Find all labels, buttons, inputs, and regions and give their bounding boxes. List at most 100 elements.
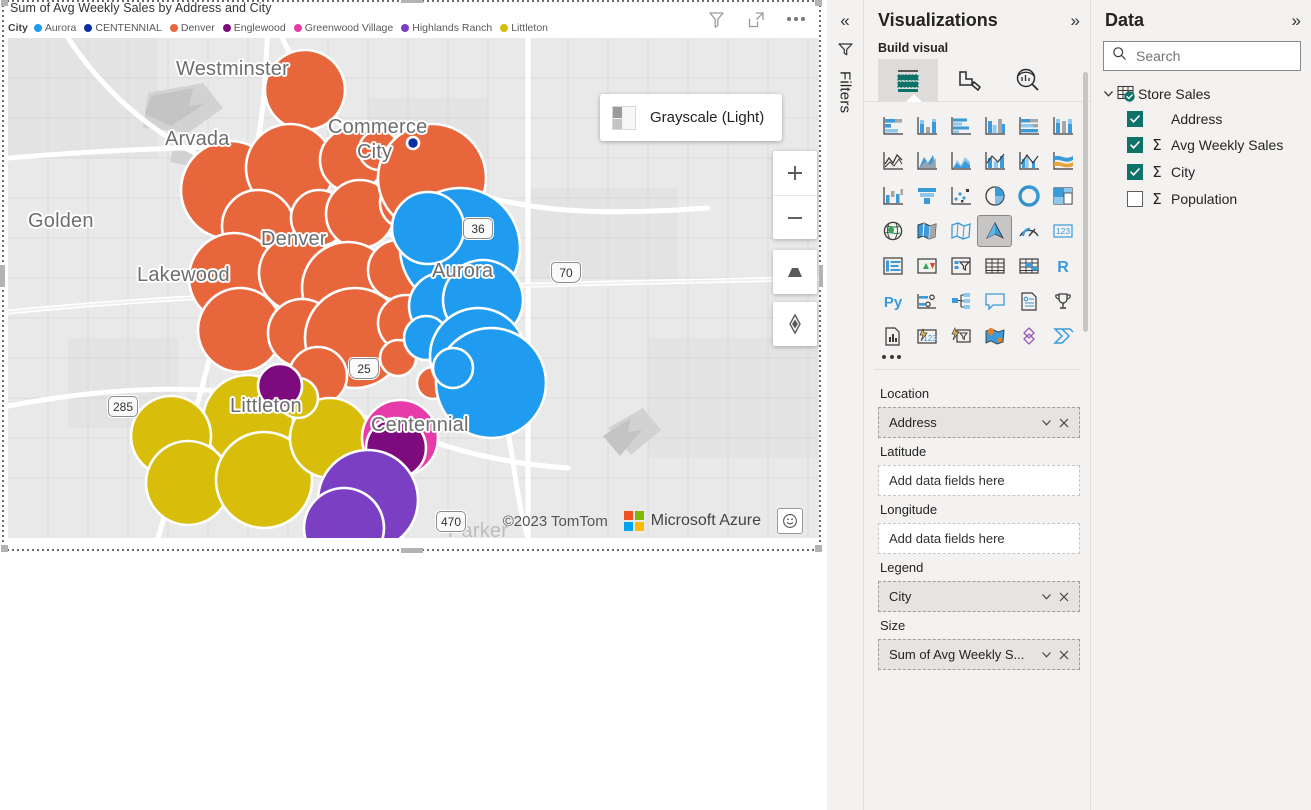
python-visual-icon[interactable]: Py <box>876 286 909 316</box>
metrics-icon[interactable] <box>1046 286 1079 316</box>
chevron-down-icon[interactable] <box>1037 416 1055 429</box>
field-checkbox[interactable] <box>1127 191 1143 207</box>
close-icon[interactable] <box>1055 649 1073 661</box>
data-field-population[interactable]: Σ Population <box>1101 190 1311 208</box>
search-field[interactable] <box>1103 41 1301 71</box>
chevron-down-icon[interactable] <box>1037 590 1055 603</box>
well-location[interactable]: Address <box>878 407 1080 438</box>
resize-handle-s[interactable] <box>401 548 423 553</box>
clustered-bar-chart-icon[interactable] <box>944 111 977 141</box>
table-node-store-sales[interactable]: Store Sales <box>1101 85 1311 102</box>
pie-chart-icon[interactable] <box>978 181 1011 211</box>
resize-handle-se[interactable] <box>815 545 822 552</box>
shape-map-icon[interactable] <box>944 216 977 246</box>
well-legend[interactable]: City <box>878 581 1080 612</box>
map-zoom-controls[interactable] <box>773 151 817 239</box>
donut-chart-icon[interactable] <box>1012 181 1045 211</box>
stacked-bar-chart-icon[interactable] <box>876 111 909 141</box>
resize-handle-w[interactable] <box>0 265 5 287</box>
zoom-out-button[interactable] <box>773 195 817 239</box>
line-stacked-column-chart-icon[interactable] <box>978 146 1011 176</box>
card-icon[interactable]: 123 <box>1046 216 1079 246</box>
funnel-chart-icon[interactable] <box>910 181 943 211</box>
filters-pane-label[interactable]: Filters <box>837 71 854 113</box>
visio-icon[interactable] <box>1012 321 1045 351</box>
filter-icon[interactable] <box>837 41 854 63</box>
field-checkbox[interactable] <box>1127 137 1143 153</box>
legend-item-centennial[interactable]: CENTENNIAL <box>84 22 162 34</box>
matrix-icon[interactable] <box>1012 251 1045 281</box>
powerapps-flow-icon[interactable] <box>1046 321 1079 351</box>
data-field-avg-weekly-sales[interactable]: Σ Avg Weekly Sales <box>1101 136 1311 154</box>
filled-map-icon[interactable] <box>910 216 943 246</box>
filter-icon[interactable] <box>705 8 727 30</box>
focus-mode-icon[interactable] <box>745 8 767 30</box>
more-options-icon[interactable] <box>785 8 807 30</box>
data-bubble[interactable] <box>390 190 466 266</box>
search-input[interactable] <box>1134 47 1292 65</box>
filters-pane-collapsed[interactable]: « Filters <box>827 0 864 810</box>
data-bubble[interactable] <box>263 48 347 132</box>
collapse-data-icon[interactable]: » <box>1292 12 1301 29</box>
data-field-address[interactable]: Address <box>1101 111 1311 127</box>
legend-item-littleton[interactable]: Littleton <box>500 22 548 34</box>
qna-icon[interactable] <box>978 286 1011 316</box>
collapse-visualizations-icon[interactable]: » <box>1071 12 1080 29</box>
legend-item-denver[interactable]: Denver <box>169 22 215 34</box>
waterfall-chart-icon[interactable] <box>876 181 909 211</box>
pitch-control-button[interactable] <box>773 250 817 294</box>
azure-map[interactable]: Westminster Arvada Commerce City Golden Denve… <box>8 38 819 538</box>
stacked-area-chart-icon[interactable] <box>944 146 977 176</box>
multi-row-card-icon[interactable] <box>876 251 909 281</box>
legend-item-englewood[interactable]: Englewood <box>222 22 286 34</box>
line-chart-icon[interactable] <box>876 146 909 176</box>
stacked-column-chart-icon[interactable] <box>910 111 943 141</box>
zoom-in-button[interactable] <box>773 151 817 195</box>
visual-type-gallery[interactable]: 123 R Py 123 <box>864 102 1090 353</box>
area-chart-icon[interactable] <box>910 146 943 176</box>
report-canvas[interactable]: Sum of Avg Weekly Sales by Address and C… <box>0 0 827 810</box>
chevron-down-icon[interactable] <box>1101 87 1115 100</box>
well-latitude[interactable]: Add data fields here <box>878 465 1080 496</box>
data-bubble[interactable] <box>256 362 304 410</box>
well-size[interactable]: Sum of Avg Weekly S... <box>878 639 1080 670</box>
azure-map-icon[interactable] <box>977 215 1012 247</box>
ribbon-chart-icon[interactable] <box>1046 146 1079 176</box>
kpi-icon[interactable] <box>910 251 943 281</box>
chevron-down-icon[interactable] <box>1037 648 1055 661</box>
legend-item-aurora[interactable]: Aurora <box>33 22 76 34</box>
format-visual-tab[interactable] <box>938 59 998 101</box>
compass-button[interactable] <box>773 302 817 346</box>
close-icon[interactable] <box>1055 417 1073 429</box>
well-longitude[interactable]: Add data fields here <box>878 523 1080 554</box>
field-wells-scrollbar[interactable] <box>1083 72 1088 332</box>
gauge-icon[interactable] <box>1012 216 1045 246</box>
expand-filters-icon[interactable]: « <box>840 12 849 29</box>
data-bubble[interactable] <box>431 346 475 390</box>
analytics-tab[interactable] <box>998 59 1058 101</box>
resize-handle-sw[interactable] <box>1 545 8 552</box>
100-stacked-bar-chart-icon[interactable] <box>1012 111 1045 141</box>
map-pitch-control[interactable] <box>773 250 817 294</box>
table-icon[interactable] <box>978 251 1011 281</box>
resize-handle-ne[interactable] <box>815 0 822 6</box>
arcgis-maps-icon[interactable] <box>978 321 1011 351</box>
legend-item-highlands-ranch[interactable]: Highlands Ranch <box>401 22 492 34</box>
treemap-icon[interactable] <box>1046 181 1079 211</box>
line-clustered-column-chart-icon[interactable] <box>1012 146 1045 176</box>
power-automate-icon[interactable] <box>944 321 977 351</box>
r-script-visual-icon[interactable]: R <box>1046 251 1079 281</box>
close-icon[interactable] <box>1055 591 1073 603</box>
more-visuals-button[interactable] <box>864 353 1090 365</box>
slicer-icon[interactable] <box>944 251 977 281</box>
key-influencers-icon[interactable] <box>910 286 943 316</box>
map-icon[interactable] <box>876 216 909 246</box>
azure-map-visual[interactable]: Sum of Avg Weekly Sales by Address and C… <box>0 0 823 553</box>
map-style-button[interactable]: Grayscale (Light) <box>600 94 783 141</box>
100-stacked-column-chart-icon[interactable] <box>1046 111 1079 141</box>
map-compass-control[interactable] <box>773 302 817 346</box>
scatter-chart-icon[interactable] <box>944 181 977 211</box>
data-field-city[interactable]: Σ City <box>1101 163 1311 181</box>
resize-handle-nw[interactable] <box>1 0 8 6</box>
smart-narrative-icon[interactable] <box>1012 286 1045 316</box>
